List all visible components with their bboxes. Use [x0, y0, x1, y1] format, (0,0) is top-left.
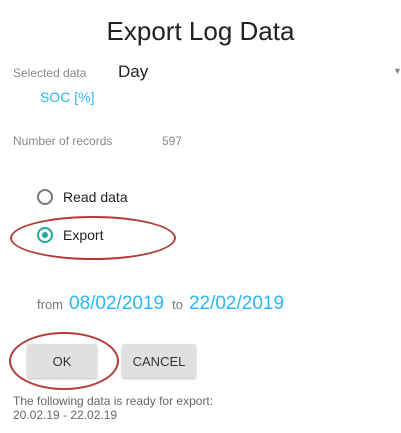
date-range: from 08/02/2019 to 22/02/2019 [37, 293, 292, 315]
radio-checked-icon[interactable] [37, 227, 53, 243]
radio-unchecked-icon[interactable] [37, 189, 53, 205]
export-option[interactable]: Export [37, 227, 103, 243]
export-status-text: The following data is ready for export: [13, 394, 214, 408]
dialog-title: Export Log Data [106, 16, 295, 46]
from-label: from [37, 297, 63, 312]
export-status-range: 20.02.19 - 22.02.19 [13, 408, 118, 422]
selected-data-subvalue: SOC [%] [40, 89, 95, 105]
to-date-picker[interactable]: 22/02/2019 [189, 293, 284, 315]
read-data-label: Read data [63, 189, 128, 205]
selected-data-dropdown[interactable]: Day [118, 62, 148, 82]
selected-data-label: Selected data [13, 66, 87, 80]
export-label: Export [63, 227, 104, 243]
read-data-option[interactable]: Read data [37, 189, 128, 205]
cancel-button[interactable]: CANCEL [122, 344, 196, 378]
ok-button[interactable]: OK [27, 344, 97, 378]
to-label: to [172, 297, 183, 312]
from-date-picker[interactable]: 08/02/2019 [69, 293, 164, 315]
records-label: Number of records [13, 134, 113, 148]
records-count: 597 [162, 134, 183, 148]
dropdown-arrow-icon[interactable]: ▼ [393, 66, 401, 76]
